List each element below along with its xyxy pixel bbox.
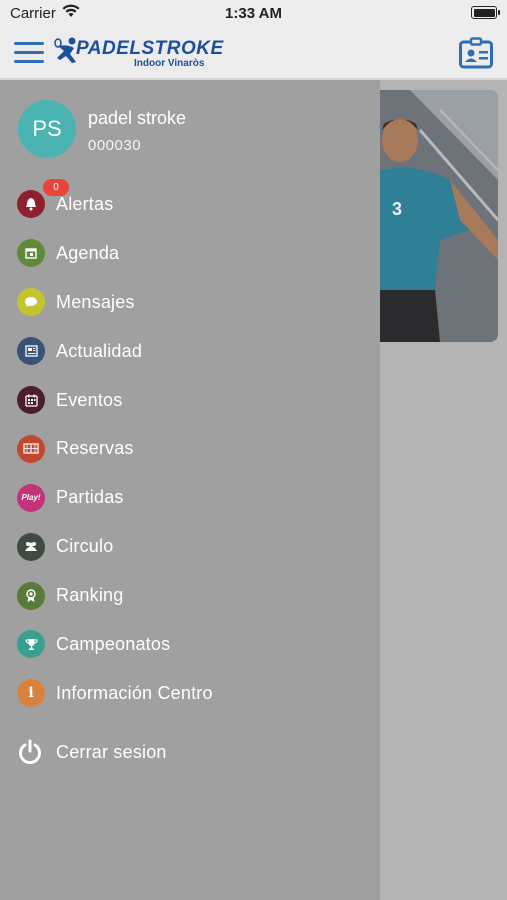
menu-item-actualidad[interactable]: Actualidad	[0, 327, 380, 376]
play-icon: Play!	[17, 483, 45, 512]
menu-item-ranking[interactable]: Ranking	[0, 571, 380, 620]
app-header: PADELSTROKE Indoor Vinaròs	[0, 28, 507, 80]
bell-icon: 0	[17, 179, 69, 219]
app-logo: PADELSTROKE Indoor Vinaròs	[54, 36, 223, 72]
clock: 1:33 AM	[225, 5, 282, 22]
battery-icon	[471, 6, 500, 19]
menu-item-partidas[interactable]: Play! Partidas	[0, 473, 380, 522]
logo-title: PADELSTROKE	[76, 38, 224, 59]
hamburger-menu-button[interactable]	[14, 42, 44, 66]
menu-label: Circulo	[56, 536, 114, 557]
play-icon-text: Play!	[21, 493, 41, 503]
menu-label: Eventos	[56, 389, 123, 410]
user-name: padel stroke	[88, 108, 187, 128]
menu-label: Información Centro	[56, 682, 213, 703]
side-drawer: PS padel stroke 000030 0 Alertas Agenda …	[0, 80, 380, 900]
alert-count-badge: 0	[43, 179, 69, 197]
group-icon	[17, 532, 45, 561]
logout-label: Cerrar sesion	[56, 741, 167, 762]
newspaper-icon	[17, 337, 45, 366]
menu-item-mensajes[interactable]: Mensajes	[0, 278, 380, 327]
menu-label: Partidas	[56, 487, 124, 508]
menu-item-campeonatos[interactable]: Campeonatos	[0, 620, 380, 669]
info-icon: i	[17, 679, 45, 708]
menu-label: Reservas	[56, 438, 134, 459]
id-card-icon	[459, 37, 493, 69]
user-profile-header[interactable]: PS padel stroke 000030	[18, 100, 358, 160]
menu-item-circulo[interactable]: Circulo	[0, 522, 380, 571]
menu-item-reservas[interactable]: Reservas	[0, 424, 380, 473]
menu-label: Agenda	[56, 242, 120, 263]
calendar-grid-icon	[17, 386, 45, 414]
avatar-initials: PS	[32, 116, 62, 141]
id-card-button[interactable]	[459, 37, 493, 69]
status-bar: Carrier 1:33 AM	[0, 0, 507, 28]
calendar-icon	[17, 239, 45, 268]
menu-item-eventos[interactable]: Eventos	[0, 376, 380, 425]
menu-item-informacion-centro[interactable]: i Información Centro	[0, 669, 380, 718]
menu-label: Ranking	[56, 585, 124, 606]
trophy-icon	[17, 630, 45, 659]
menu-label: Actualidad	[56, 340, 143, 361]
court-icon	[17, 434, 45, 463]
medal-icon	[17, 581, 45, 610]
user-id: 000030	[88, 137, 142, 154]
menu-label: Mensajes	[56, 291, 135, 312]
svg-text:3: 3	[392, 199, 402, 219]
drawer-menu: 0 Alertas Agenda Mensajes Actualidad Eve…	[0, 179, 380, 718]
menu-item-agenda[interactable]: Agenda	[0, 229, 380, 278]
menu-label: Campeonatos	[56, 633, 171, 654]
logout-button[interactable]: Cerrar sesion	[0, 735, 380, 769]
logo-subtitle: Indoor Vinaròs	[134, 58, 205, 69]
avatar[interactable]: PS	[18, 100, 76, 158]
power-icon	[19, 739, 41, 765]
chat-icon	[17, 288, 45, 317]
menu-item-alertas[interactable]: 0 Alertas	[0, 179, 380, 229]
menu-label: Alertas	[56, 193, 114, 214]
